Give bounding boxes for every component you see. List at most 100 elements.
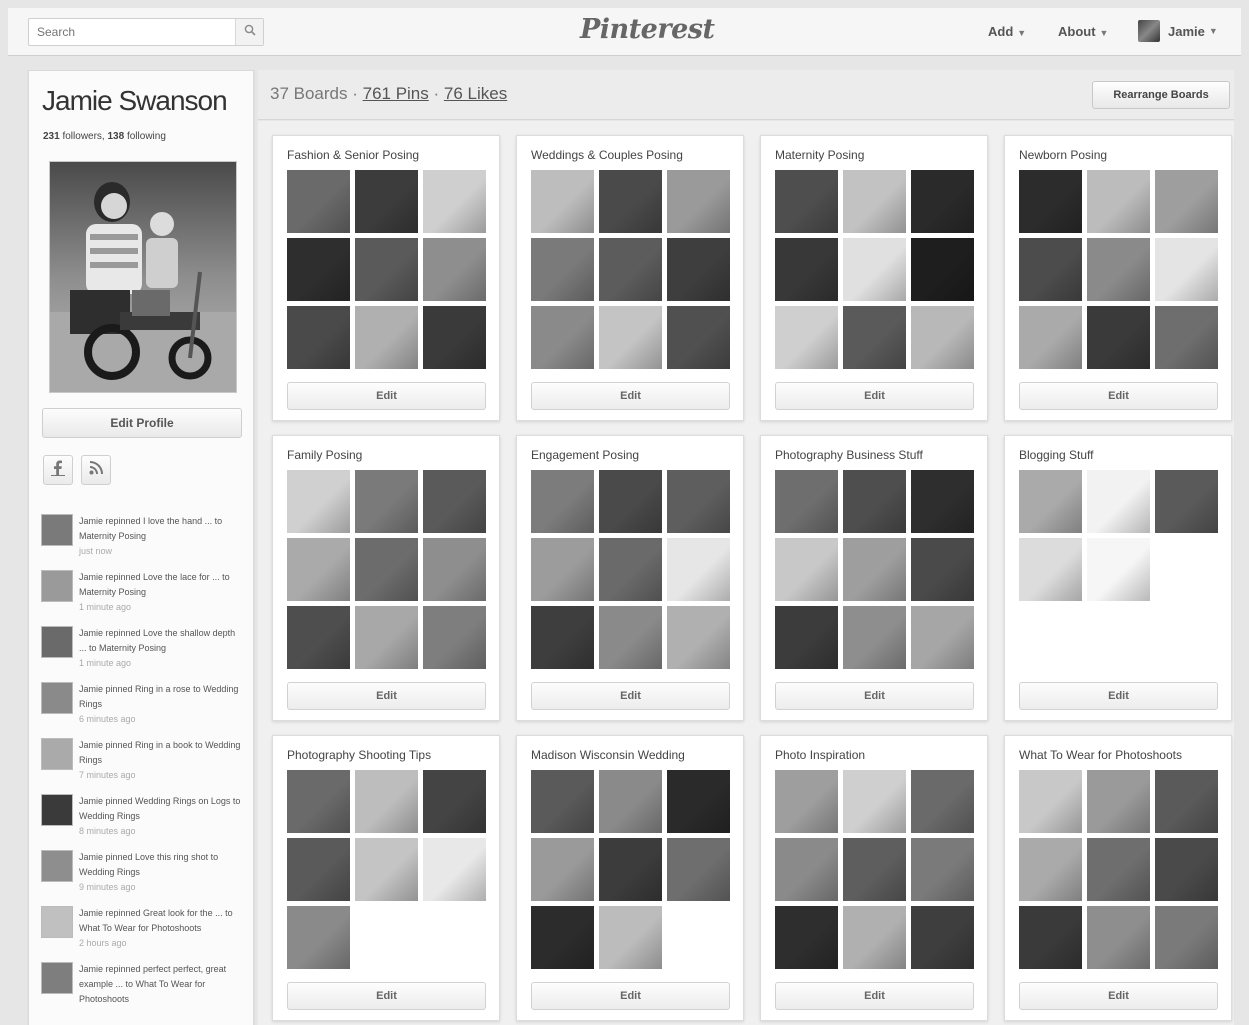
- pin-thumbnail[interactable]: [355, 470, 418, 533]
- pin-thumbnail[interactable]: [667, 238, 730, 301]
- pin-thumbnail[interactable]: [423, 606, 486, 669]
- pin-thumbnail[interactable]: [423, 838, 486, 901]
- pin-thumbnail[interactable]: [667, 770, 730, 833]
- pin-thumbnail[interactable]: [911, 238, 974, 301]
- pin-thumbnail[interactable]: [287, 306, 350, 369]
- board-card[interactable]: Newborn Posing Edit: [1004, 135, 1232, 421]
- board-title[interactable]: Weddings & Couples Posing: [531, 148, 736, 162]
- pin-thumbnail[interactable]: [1155, 838, 1218, 901]
- board-card[interactable]: Blogging Stuff Edit: [1004, 435, 1232, 721]
- pin-thumbnail[interactable]: [1087, 538, 1150, 601]
- boards-count[interactable]: 37 Boards: [270, 84, 348, 103]
- pin-thumbnail[interactable]: [843, 306, 906, 369]
- nav-user-menu[interactable]: Jamie ▼: [1138, 20, 1218, 42]
- pin-thumbnail[interactable]: [287, 606, 350, 669]
- activity-thumbnail[interactable]: [41, 514, 73, 546]
- nav-about-menu[interactable]: About ▼: [1058, 24, 1108, 39]
- pin-thumbnail[interactable]: [599, 538, 662, 601]
- pin-thumbnail[interactable]: [775, 538, 838, 601]
- board-card[interactable]: Weddings & Couples Posing Edit: [516, 135, 744, 421]
- activity-thumbnail[interactable]: [41, 682, 73, 714]
- board-edit-button[interactable]: Edit: [531, 382, 730, 410]
- pin-thumbnail[interactable]: [355, 170, 418, 233]
- pin-thumbnail[interactable]: [531, 306, 594, 369]
- pin-thumbnail[interactable]: [1087, 838, 1150, 901]
- board-card[interactable]: Photography Business Stuff Edit: [760, 435, 988, 721]
- rearrange-boards-button[interactable]: Rearrange Boards: [1092, 81, 1230, 109]
- activity-thumbnail[interactable]: [41, 962, 73, 994]
- pin-thumbnail[interactable]: [287, 170, 350, 233]
- board-card[interactable]: Engagement Posing Edit: [516, 435, 744, 721]
- board-edit-button[interactable]: Edit: [287, 982, 486, 1010]
- pin-thumbnail[interactable]: [1155, 170, 1218, 233]
- board-card[interactable]: What To Wear for Photoshoots Edit: [1004, 735, 1232, 1021]
- pin-thumbnail[interactable]: [667, 606, 730, 669]
- pin-thumbnail[interactable]: [423, 470, 486, 533]
- pin-thumbnail[interactable]: [599, 238, 662, 301]
- pin-thumbnail[interactable]: [667, 306, 730, 369]
- pin-thumbnail[interactable]: [843, 906, 906, 969]
- following-count[interactable]: 138: [108, 131, 125, 142]
- board-card[interactable]: Family Posing Edit: [272, 435, 500, 721]
- board-edit-button[interactable]: Edit: [287, 682, 486, 710]
- pin-thumbnail[interactable]: [911, 170, 974, 233]
- activity-item[interactable]: Jamie repinned I love the hand ... to Ma…: [41, 514, 241, 570]
- rss-button[interactable]: [81, 455, 111, 485]
- pin-thumbnail[interactable]: [843, 538, 906, 601]
- board-title[interactable]: Fashion & Senior Posing: [287, 148, 492, 162]
- activity-thumbnail[interactable]: [41, 570, 73, 602]
- pin-thumbnail[interactable]: [1155, 770, 1218, 833]
- pin-thumbnail[interactable]: [775, 906, 838, 969]
- pinterest-logo[interactable]: Pinterest: [580, 14, 715, 50]
- pin-thumbnail[interactable]: [1019, 838, 1082, 901]
- board-title[interactable]: Maternity Posing: [775, 148, 980, 162]
- pin-thumbnail[interactable]: [287, 470, 350, 533]
- pin-thumbnail[interactable]: [531, 170, 594, 233]
- pin-thumbnail[interactable]: [1155, 306, 1218, 369]
- pin-thumbnail[interactable]: [667, 470, 730, 533]
- pin-thumbnail[interactable]: [599, 306, 662, 369]
- pin-thumbnail[interactable]: [531, 906, 594, 969]
- pin-thumbnail[interactable]: [843, 838, 906, 901]
- pin-thumbnail[interactable]: [911, 306, 974, 369]
- pin-thumbnail[interactable]: [599, 838, 662, 901]
- pin-thumbnail[interactable]: [911, 770, 974, 833]
- activity-item[interactable]: Jamie repinned Love the shallow depth ..…: [41, 626, 241, 682]
- pin-thumbnail[interactable]: [1087, 306, 1150, 369]
- pin-thumbnail[interactable]: [1087, 470, 1150, 533]
- board-edit-button[interactable]: Edit: [1019, 382, 1218, 410]
- activity-item[interactable]: Jamie pinned Ring in a book to Wedding R…: [41, 738, 241, 794]
- pin-thumbnail[interactable]: [287, 770, 350, 833]
- activity-thumbnail[interactable]: [41, 738, 73, 770]
- pin-thumbnail[interactable]: [423, 306, 486, 369]
- board-card[interactable]: Maternity Posing Edit: [760, 135, 988, 421]
- pin-thumbnail[interactable]: [531, 238, 594, 301]
- pin-thumbnail[interactable]: [599, 606, 662, 669]
- board-title[interactable]: Family Posing: [287, 448, 492, 462]
- pin-thumbnail[interactable]: [1019, 906, 1082, 969]
- pin-thumbnail[interactable]: [355, 306, 418, 369]
- board-edit-button[interactable]: Edit: [775, 682, 974, 710]
- activity-item[interactable]: Jamie repinned Great look for the ... to…: [41, 906, 241, 962]
- pin-thumbnail[interactable]: [775, 770, 838, 833]
- pin-thumbnail[interactable]: [531, 538, 594, 601]
- board-edit-button[interactable]: Edit: [531, 982, 730, 1010]
- activity-item[interactable]: Jamie pinned Wedding Rings on Logs to We…: [41, 794, 241, 850]
- pin-thumbnail[interactable]: [423, 170, 486, 233]
- board-edit-button[interactable]: Edit: [775, 382, 974, 410]
- board-card[interactable]: Fashion & Senior Posing Edit: [272, 135, 500, 421]
- pin-thumbnail[interactable]: [355, 538, 418, 601]
- activity-thumbnail[interactable]: [41, 626, 73, 658]
- pin-thumbnail[interactable]: [911, 470, 974, 533]
- pin-thumbnail[interactable]: [775, 606, 838, 669]
- board-title[interactable]: Photo Inspiration: [775, 748, 980, 762]
- pin-thumbnail[interactable]: [911, 906, 974, 969]
- pin-thumbnail[interactable]: [775, 306, 838, 369]
- pin-thumbnail[interactable]: [1087, 170, 1150, 233]
- pin-thumbnail[interactable]: [1019, 538, 1082, 601]
- pin-thumbnail[interactable]: [531, 770, 594, 833]
- pin-thumbnail[interactable]: [423, 238, 486, 301]
- pin-thumbnail[interactable]: [775, 838, 838, 901]
- activity-thumbnail[interactable]: [41, 906, 73, 938]
- pin-thumbnail[interactable]: [287, 906, 350, 969]
